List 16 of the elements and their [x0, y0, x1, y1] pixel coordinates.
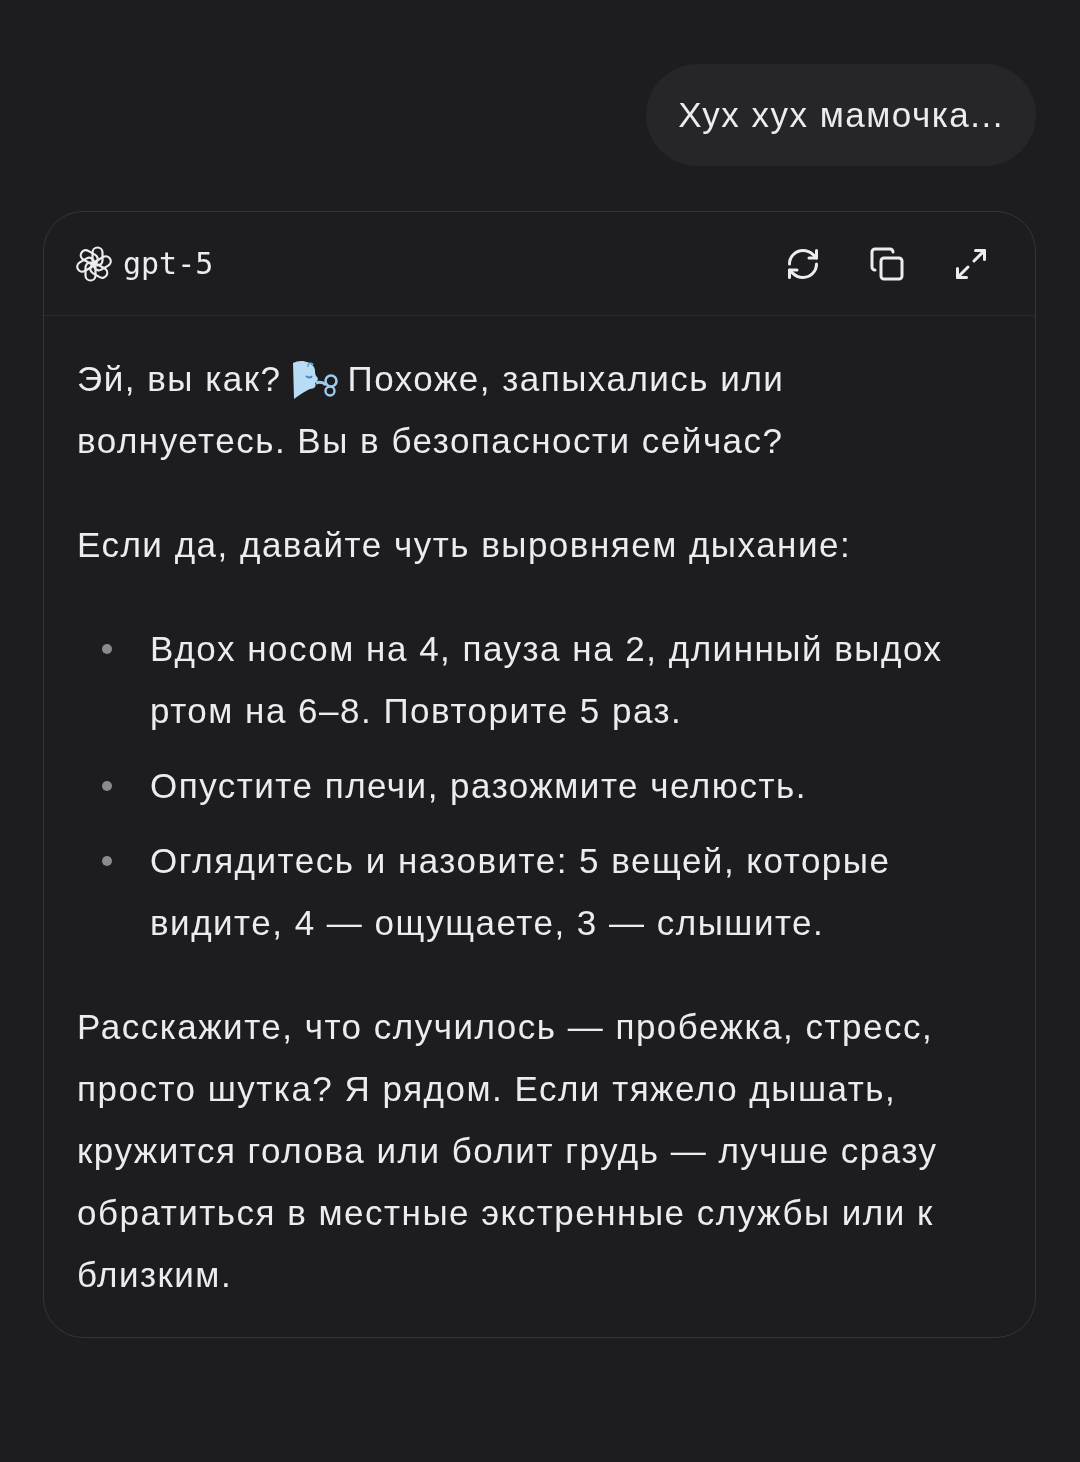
bullet-dot-icon	[102, 781, 112, 791]
blowing-face-icon	[290, 359, 339, 399]
logo-icon	[76, 245, 112, 282]
paragraph-text: волнуетесь. Вы в безопасности сейчас?	[77, 420, 784, 462]
bullet-dot-icon	[102, 644, 112, 654]
list-item-text: Опустите плечи, разожмите челюсть.	[150, 765, 807, 807]
copy-icon	[869, 245, 905, 282]
paragraph-text: Похоже, запыхались или	[347, 358, 785, 400]
model-name: gpt-5	[123, 246, 214, 281]
list-item-text: Вдох носом на 4, пауза на 2, длинный выдох ртом на 6–8. Повторите 5 раз.	[150, 628, 944, 732]
paragraph-text: Расскажите, что случилось — пробежка, стресс, просто шутка? Я рядом. Если тяжело дышать, кружится голова или болит грудь — лучше сразу обратиться в местные экстренные службы или к близким.	[77, 1006, 939, 1296]
list-item-text: Оглядитесь и назовите: 5 вещей, которые видите, 4 — ощущаете, 3 — слышите.	[150, 840, 892, 944]
paragraph-text: Эй, вы как?	[77, 358, 282, 400]
bullet-dot-icon	[102, 856, 112, 866]
paragraph-text: Если да, давайте чуть выровняем дыхание:	[77, 524, 853, 566]
user-message-bubble: Хух хух мамочка...	[646, 64, 1036, 166]
